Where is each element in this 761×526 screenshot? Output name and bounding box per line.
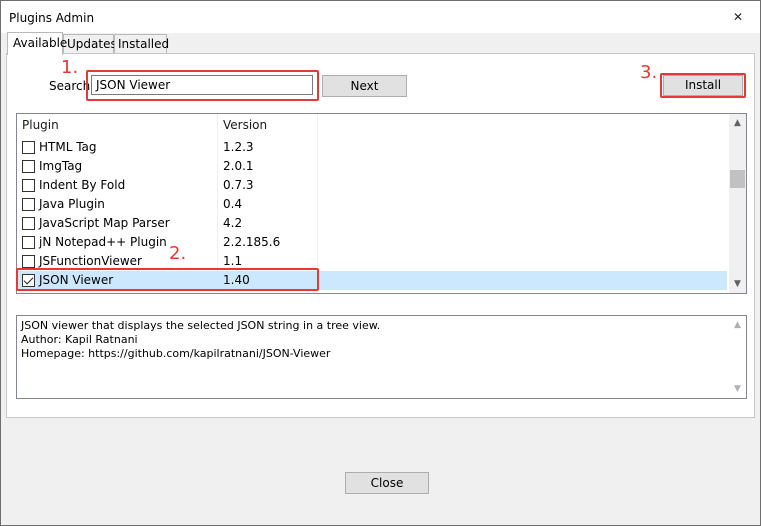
plugin-version: 1.2.3 [223, 140, 254, 154]
plugin-checkbox[interactable] [22, 198, 35, 211]
plugin-name: Java Plugin [39, 197, 105, 211]
close-window-icon[interactable]: ✕ [724, 3, 752, 31]
search-label: Search [49, 79, 91, 93]
window-title: Plugins Admin [9, 11, 95, 25]
tab-updates[interactable]: Updates [63, 34, 117, 54]
plugin-checkbox[interactable] [22, 160, 35, 173]
plugin-version: 0.7.3 [223, 178, 254, 192]
plugin-checkbox[interactable] [22, 236, 35, 249]
tab-installed[interactable]: Installed [114, 34, 169, 54]
column-header-plugin[interactable]: Plugin [17, 114, 217, 138]
step-3-annotation: 3. [640, 62, 658, 83]
plugin-version: 2.0.1 [223, 159, 254, 173]
plugin-row[interactable]: JavaScript Map Parser 4.2 [17, 214, 727, 233]
scroll-up-icon[interactable]: ▲ [732, 320, 743, 331]
close-button[interactable]: Close [345, 472, 429, 494]
plugin-name: jN Notepad++ Plugin [39, 235, 167, 249]
plugin-list[interactable]: Plugin Version HTML Tag 1.2.3 ImgTag 2.0… [16, 113, 747, 294]
selected-plugin-highlight-box [16, 268, 319, 291]
description-line: Author: Kapil Ratnani [21, 333, 138, 346]
column-header-version[interactable]: Version [218, 114, 317, 138]
plugins-admin-window: Plugins Admin ✕ Available Updates Instal… [0, 0, 761, 526]
next-button[interactable]: Next [322, 75, 407, 97]
scrollbar-thumb[interactable] [730, 170, 745, 188]
plugin-name: JavaScript Map Parser [39, 216, 170, 230]
plugin-row[interactable]: Java Plugin 0.4 [17, 195, 727, 214]
plugin-version: 4.2 [223, 216, 243, 230]
scroll-down-icon[interactable]: ▼ [732, 384, 743, 395]
scroll-down-icon[interactable]: ▼ [732, 279, 743, 290]
plugin-description-box[interactable]: JSON viewer that displays the selected J… [16, 315, 747, 399]
plugin-name: ImgTag [39, 159, 83, 173]
search-input[interactable]: JSON Viewer [91, 75, 313, 95]
install-button[interactable]: Install [663, 75, 743, 96]
plugin-name: Indent By Fold [39, 178, 126, 192]
plugin-version: 0.4 [223, 197, 243, 211]
plugin-name: HTML Tag [39, 140, 97, 154]
plugin-row[interactable]: Indent By Fold 0.7.3 [17, 176, 727, 195]
scroll-up-icon[interactable]: ▲ [732, 118, 743, 129]
plugin-list-scrollbar[interactable]: ▲ ▼ [729, 114, 746, 293]
plugin-name: JSFunctionViewer [39, 254, 142, 268]
plugin-version: 2.2.185.6 [223, 235, 281, 249]
plugin-checkbox[interactable] [22, 255, 35, 268]
plugin-checkbox[interactable] [22, 141, 35, 154]
description-line: Homepage: https://github.com/kapilratnan… [21, 347, 331, 360]
plugin-version: 1.1 [223, 254, 243, 268]
plugin-row[interactable]: jN Notepad++ Plugin 2.2.185.6 [17, 233, 727, 252]
description-scrollbar[interactable]: ▲ ▼ [729, 316, 746, 398]
plugin-checkbox[interactable] [22, 179, 35, 192]
title-bar: Plugins Admin ✕ [1, 1, 760, 33]
tab-available[interactable]: Available [7, 32, 67, 55]
plugin-row[interactable]: HTML Tag 1.2.3 [17, 138, 727, 157]
plugin-checkbox[interactable] [22, 217, 35, 230]
step-2-annotation: 2. [169, 243, 187, 264]
description-line: JSON viewer that displays the selected J… [21, 319, 381, 332]
step-1-annotation: 1. [61, 57, 79, 78]
plugin-row[interactable]: ImgTag 2.0.1 [17, 157, 727, 176]
